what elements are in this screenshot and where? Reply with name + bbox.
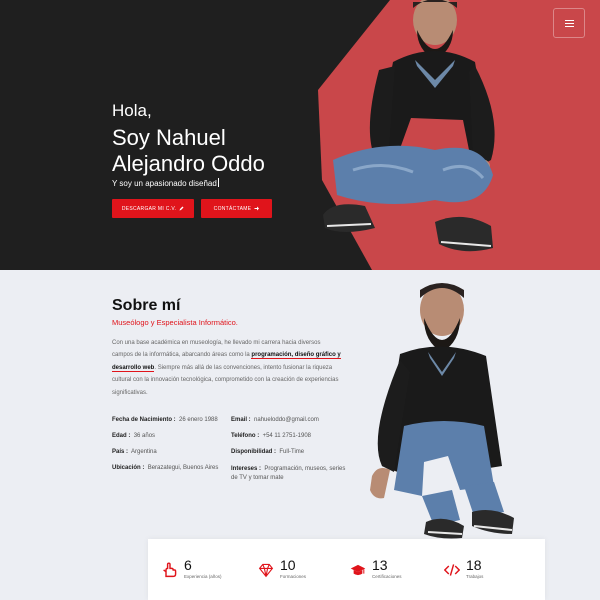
stat-label: Certificaciones: [372, 574, 402, 579]
hero-section: Hola, Soy Nahuel Alejandro Oddo Y soy un…: [0, 0, 600, 270]
hamburger-icon: [564, 19, 574, 21]
info-label: Ubicación :: [112, 465, 145, 471]
stat-text: 10 Formaciones: [280, 558, 306, 579]
info-label: Email :: [231, 417, 251, 423]
download-cv-button[interactable]: DESCARGAR MI C.V.: [112, 199, 194, 218]
download-cv-label: DESCARGAR MI C.V.: [121, 205, 177, 212]
about-portrait: [370, 283, 514, 539]
hand-icon: [163, 562, 177, 578]
info-label: Teléfono :: [231, 433, 260, 439]
menu-button[interactable]: [553, 8, 585, 38]
info-location: Ubicación : Berazategui, Buenos Aires: [112, 465, 218, 471]
info-birthdate: Fecha de Nacimiento : 26 enero 1988: [112, 417, 218, 423]
info-label: Disponibilidad :: [231, 449, 276, 455]
info-country: País : Argentina: [112, 449, 157, 455]
stat-experience: 6 Experiencia (años): [162, 558, 222, 579]
phone-link[interactable]: +54 11 2751-1908: [263, 433, 311, 439]
email-link[interactable]: nahueloddo@gmail.com: [254, 417, 319, 423]
typing-cursor: [217, 178, 219, 187]
info-email: Email : nahueloddo@gmail.com: [231, 417, 319, 423]
about-role: Museólogo y Especialista Informático.: [112, 318, 238, 327]
info-value: Berazategui, Buenos Aires: [147, 465, 219, 471]
info-value: Full-Time: [279, 449, 305, 455]
info-value: 36 años: [133, 433, 156, 439]
info-label: Edad :: [112, 433, 131, 439]
code-icon: [444, 564, 460, 576]
info-value: 26 enero 1988: [179, 417, 218, 423]
info-label: País :: [112, 449, 129, 455]
stat-number: 18: [466, 557, 482, 573]
stat-number: 6: [184, 557, 192, 573]
stat-number: 13: [372, 557, 388, 573]
hamburger-icon-line: [564, 25, 574, 27]
graduation-cap-icon: [350, 564, 366, 576]
stat-trainings: 10 Formaciones: [258, 558, 306, 579]
info-age: Edad : 36 años: [112, 433, 155, 439]
contact-label: CONTÁCTAME: [213, 205, 252, 212]
info-phone: Teléfono : +54 11 2751-1908: [231, 433, 311, 439]
contact-button[interactable]: CONTÁCTAME: [201, 199, 272, 218]
info-label: Intereses :: [231, 466, 262, 472]
info-availability: Disponibilidad : Full-Time: [231, 449, 304, 455]
stat-text: 18 Trabajos: [466, 558, 483, 579]
hamburger-icon-line: [564, 22, 574, 24]
pencil-icon: [179, 206, 184, 211]
stat-works: 18 Trabajos: [444, 558, 483, 579]
hero-greeting: Hola,: [112, 101, 152, 120]
diamond-icon: [258, 563, 274, 578]
info-interests: Intereses : Programación, museos, series…: [231, 465, 346, 483]
info-label: Fecha de Nacimiento :: [112, 417, 176, 423]
hero-name: Soy Nahuel Alejandro Oddo: [112, 125, 265, 176]
hero-typed-text: Y soy un apasionado diseñad: [112, 178, 219, 188]
stat-text: 13 Certificaciones: [372, 558, 402, 579]
about-title: Sobre mí: [112, 297, 181, 314]
info-value: Argentina: [131, 449, 157, 455]
stat-label: Trabajos: [466, 574, 484, 579]
stat-label: Experiencia (años): [184, 574, 222, 579]
stat-number: 10: [280, 557, 296, 573]
hero-portrait: [323, 0, 495, 252]
stat-label: Formaciones: [280, 574, 307, 579]
stats-bar: 6 Experiencia (años) 10 Formaciones 13 C…: [148, 539, 545, 600]
arrow-right-icon: [254, 206, 260, 211]
stat-text: 6 Experiencia (años): [184, 558, 222, 579]
typed-text: Y soy un apasionado diseñad: [112, 179, 217, 188]
about-description: Con una base académica en museología, he…: [112, 337, 342, 399]
stat-certifications: 13 Certificaciones: [350, 558, 402, 579]
